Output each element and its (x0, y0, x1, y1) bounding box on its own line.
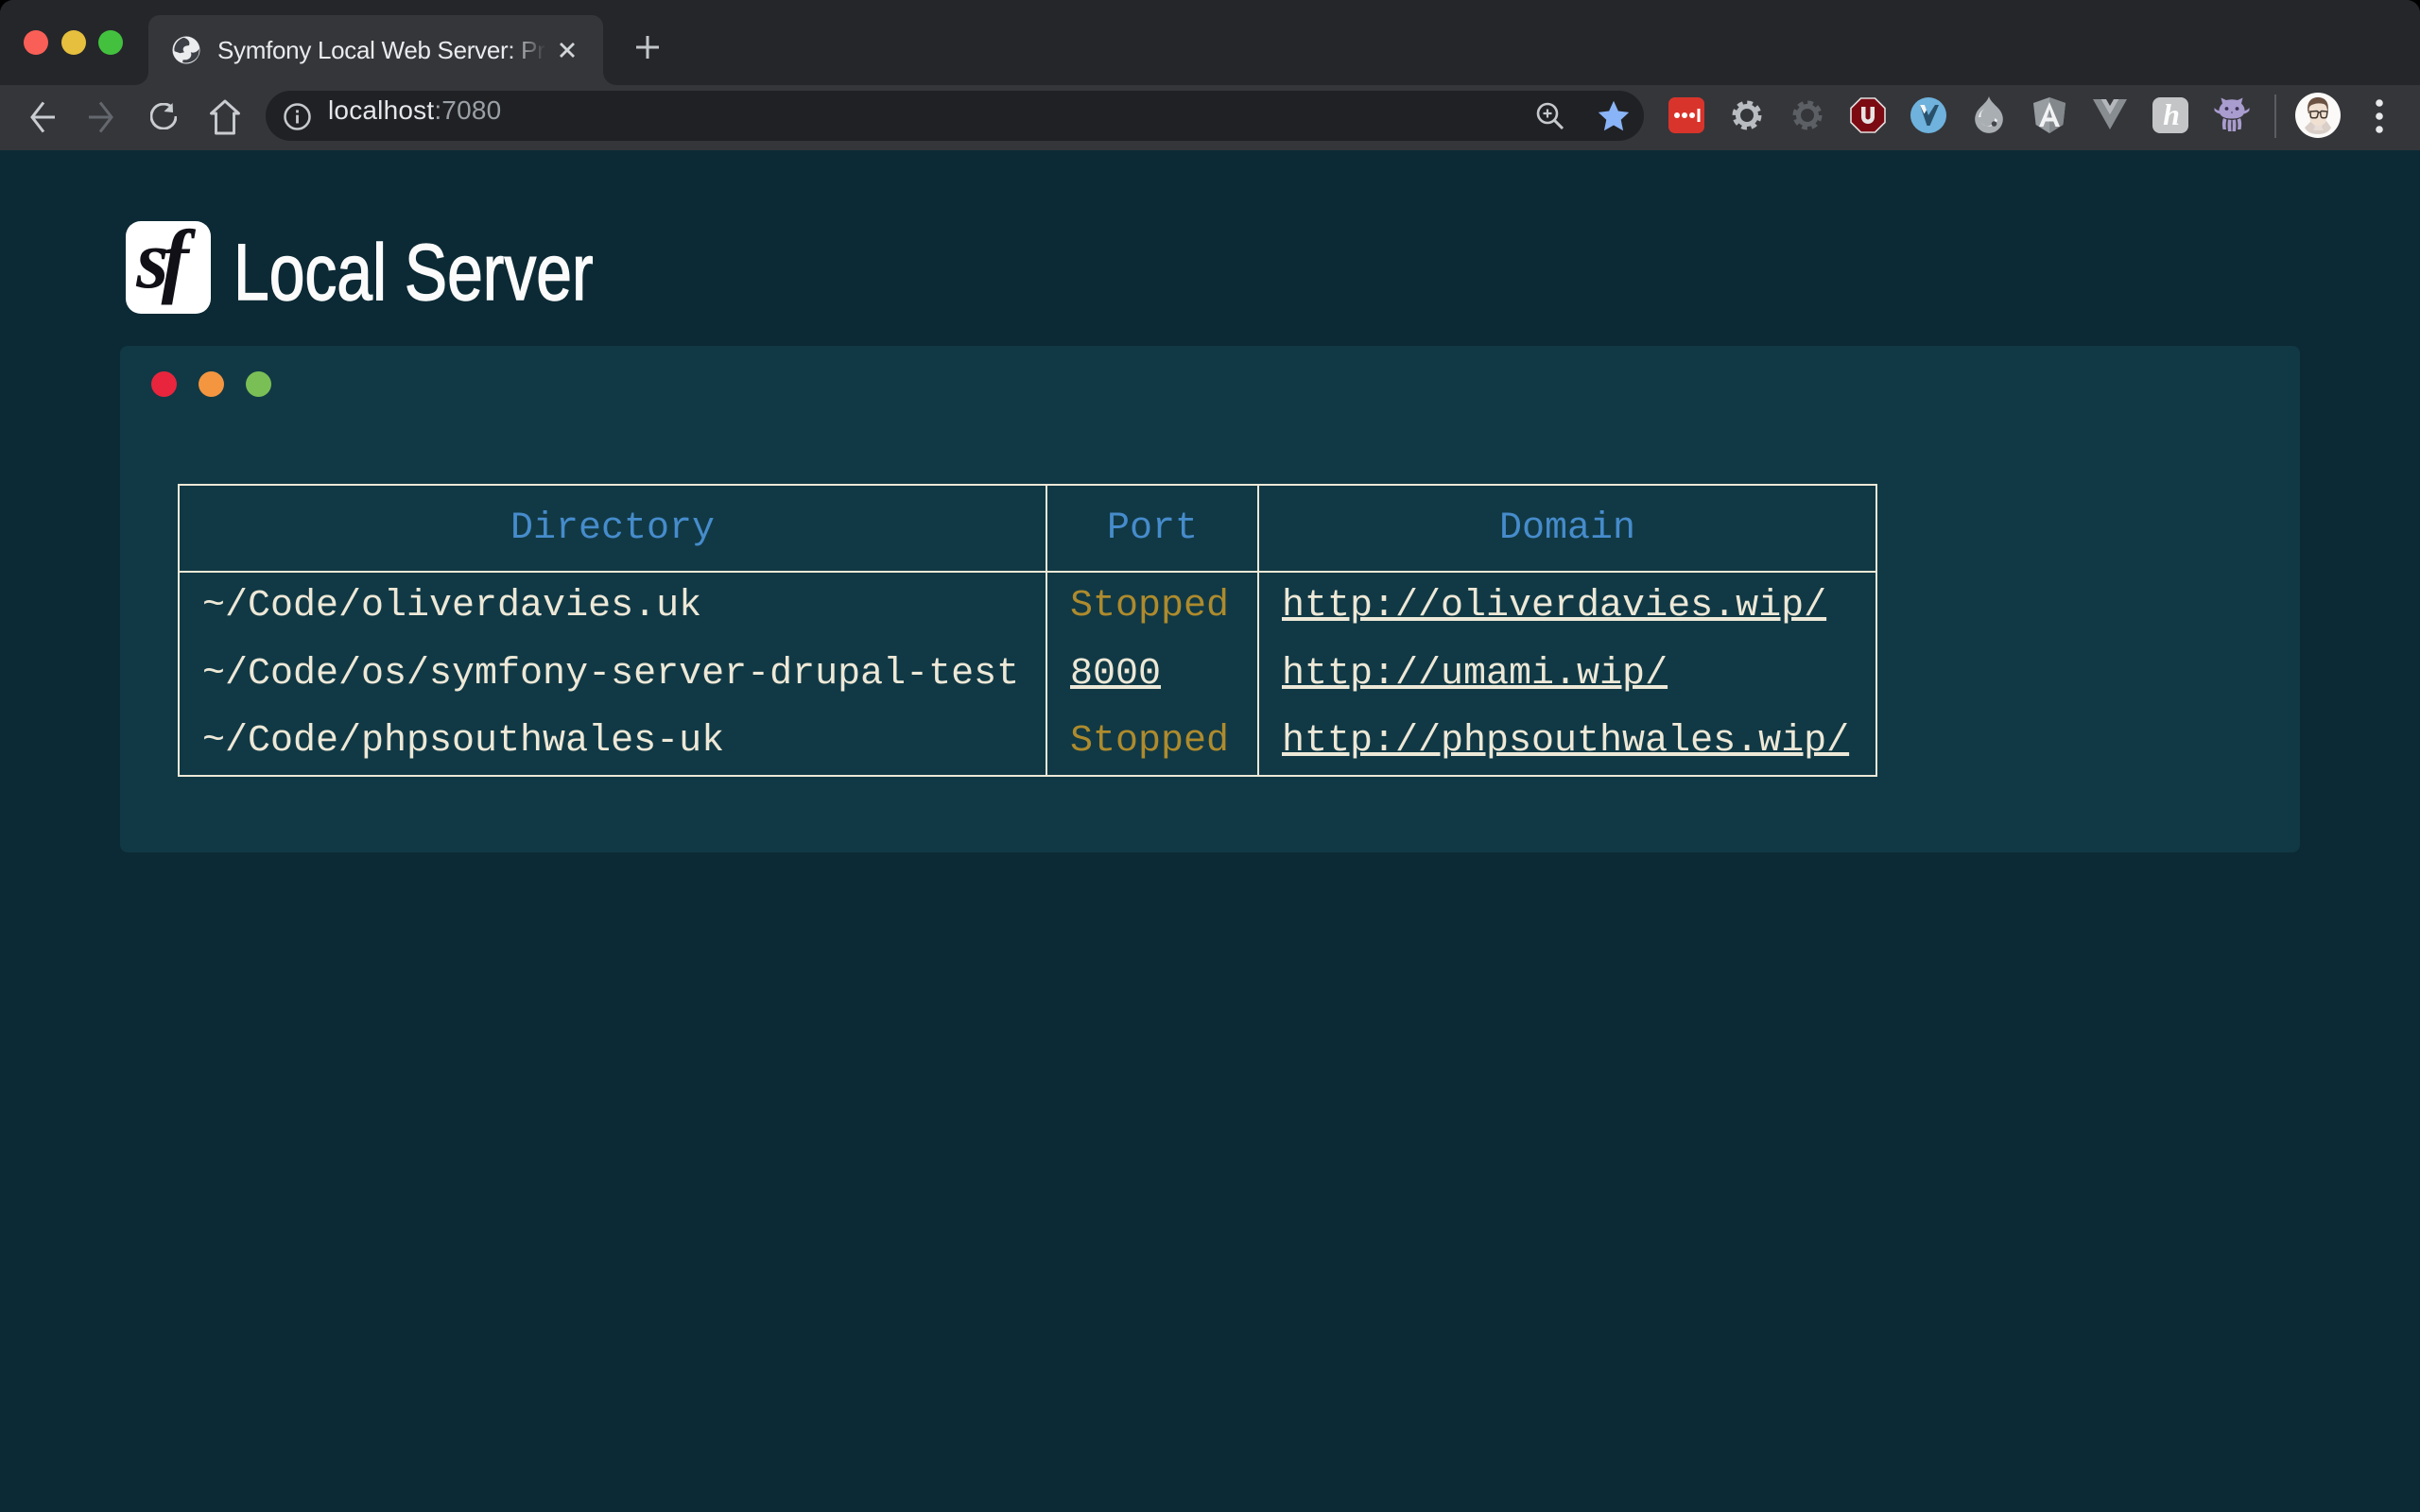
svg-text:h: h (2163, 97, 2180, 131)
